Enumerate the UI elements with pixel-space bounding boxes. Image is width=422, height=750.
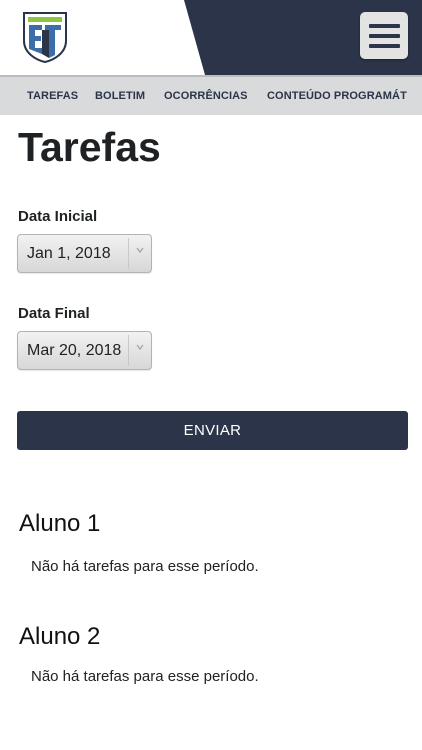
chevron-down-icon <box>136 344 144 351</box>
start-date-select[interactable]: Jan 1, 2018 <box>17 234 152 273</box>
nav-item-conteudo-programatico[interactable]: CONTEÚDO PROGRAMÁT <box>267 90 407 102</box>
menu-bar <box>368 23 400 28</box>
end-date-label: Data Final <box>18 305 90 322</box>
student-name: Aluno 2 <box>19 623 101 650</box>
student-empty-message: Não há tarefas para esse período. <box>31 558 259 575</box>
app-header <box>0 0 422 75</box>
select-divider <box>128 238 129 269</box>
end-date-select[interactable]: Mar 20, 2018 <box>17 331 152 370</box>
nav-item-tarefas[interactable]: TAREFAS <box>27 90 78 102</box>
menu-bar <box>368 33 400 38</box>
page-title: Tarefas <box>18 124 161 170</box>
hamburger-menu-button[interactable] <box>360 12 408 59</box>
chevron-down-icon <box>136 247 144 254</box>
submit-button[interactable]: ENVIAR <box>17 411 408 450</box>
end-date-value: Mar 20, 2018 <box>27 342 122 359</box>
start-date-label: Data Inicial <box>18 208 98 225</box>
student-empty-message: Não há tarefas para esse período. <box>31 668 259 685</box>
student-name: Aluno 1 <box>19 510 101 537</box>
nav-item-boletim[interactable]: BOLETIM <box>95 90 145 102</box>
start-date-value: Jan 1, 2018 <box>27 245 111 262</box>
select-divider <box>128 335 129 366</box>
school-logo-icon[interactable] <box>22 11 68 63</box>
nav-item-ocorrencias[interactable]: OCORRÊNCIAS <box>164 90 248 102</box>
menu-bar <box>368 43 400 48</box>
main-nav: TAREFAS BOLETIM OCORRÊNCIAS CONTEÚDO PRO… <box>0 75 422 115</box>
